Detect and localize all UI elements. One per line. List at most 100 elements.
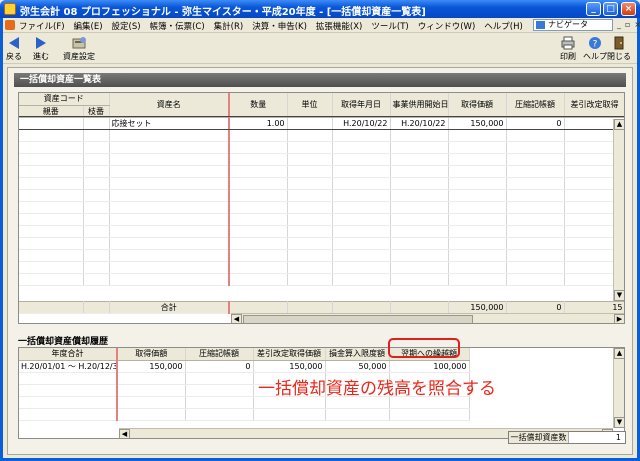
- asset-settings-button[interactable]: 資産設定: [63, 36, 95, 62]
- empty-cell[interactable]: [448, 177, 507, 190]
- cell-unit[interactable]: [287, 117, 333, 130]
- empty-cell[interactable]: [185, 396, 254, 409]
- empty-cell[interactable]: [390, 177, 449, 190]
- empty-row[interactable]: [19, 153, 624, 166]
- empty-row[interactable]: [19, 408, 470, 421]
- empty-cell[interactable]: [109, 201, 230, 214]
- col-asset-name[interactable]: 資産名: [109, 93, 230, 118]
- empty-cell[interactable]: [19, 237, 84, 250]
- empty-cell[interactable]: [83, 273, 110, 286]
- empty-cell[interactable]: [390, 201, 449, 214]
- empty-cell[interactable]: [83, 177, 110, 190]
- empty-cell[interactable]: [448, 189, 507, 202]
- menu-closing[interactable]: 決算・申告(K): [252, 20, 307, 32]
- empty-cell[interactable]: [228, 141, 288, 154]
- hcell-compression[interactable]: 0: [185, 360, 254, 373]
- maximize-button[interactable]: □: [603, 2, 618, 16]
- empty-cell[interactable]: [109, 177, 230, 190]
- empty-row[interactable]: [19, 273, 624, 286]
- empty-cell[interactable]: [19, 165, 84, 178]
- empty-cell[interactable]: [332, 237, 391, 250]
- empty-cell[interactable]: [390, 153, 449, 166]
- col-acquired-date[interactable]: 取得年月日: [332, 93, 391, 118]
- menu-settings[interactable]: 設定(S): [112, 20, 141, 32]
- empty-cell[interactable]: [19, 225, 84, 238]
- empty-cell[interactable]: [83, 189, 110, 202]
- scroll-up-button[interactable]: ▲: [614, 119, 624, 130]
- history-vertical-scrollbar[interactable]: ▲ ▼: [613, 348, 624, 428]
- empty-cell[interactable]: [506, 213, 565, 226]
- cell-parent-no[interactable]: [19, 117, 84, 130]
- empty-cell[interactable]: [253, 408, 326, 421]
- empty-cell[interactable]: [448, 201, 507, 214]
- empty-cell[interactable]: [287, 201, 333, 214]
- empty-cell[interactable]: [448, 141, 507, 154]
- empty-cell[interactable]: [228, 129, 288, 142]
- hcol-revised-cost[interactable]: 差引改定取得価額: [253, 348, 326, 361]
- empty-cell[interactable]: [332, 273, 391, 286]
- empty-cell[interactable]: [19, 273, 84, 286]
- empty-cell[interactable]: [389, 408, 470, 421]
- empty-cell[interactable]: [116, 408, 186, 421]
- empty-cell[interactable]: [506, 141, 565, 154]
- empty-cell[interactable]: [506, 237, 565, 250]
- cell-acquisition-cost[interactable]: 150,000: [448, 117, 507, 130]
- empty-cell[interactable]: [332, 225, 391, 238]
- empty-cell[interactable]: [287, 237, 333, 250]
- empty-cell[interactable]: [83, 225, 110, 238]
- empty-cell[interactable]: [19, 396, 118, 409]
- empty-cell[interactable]: [228, 153, 288, 166]
- empty-cell[interactable]: [19, 153, 84, 166]
- empty-cell[interactable]: [448, 129, 507, 142]
- empty-cell[interactable]: [109, 237, 230, 250]
- empty-cell[interactable]: [332, 129, 391, 142]
- hcol-fiscal-period[interactable]: 年度合計: [19, 348, 118, 361]
- empty-row[interactable]: [19, 213, 624, 226]
- empty-cell[interactable]: [448, 165, 507, 178]
- empty-cell[interactable]: [109, 213, 230, 226]
- empty-cell[interactable]: [19, 372, 118, 385]
- empty-cell[interactable]: [83, 237, 110, 250]
- empty-cell[interactable]: [390, 249, 449, 262]
- empty-cell[interactable]: [19, 249, 84, 262]
- col-revised-cost[interactable]: 差引改定取得: [564, 93, 624, 118]
- empty-row[interactable]: [19, 201, 624, 214]
- col-quantity[interactable]: 数量: [228, 93, 288, 118]
- empty-cell[interactable]: [109, 165, 230, 178]
- empty-cell[interactable]: [116, 384, 186, 397]
- hcol-deduction-limit[interactable]: 損金算入限度額: [325, 348, 390, 361]
- empty-cell[interactable]: [19, 408, 118, 421]
- cell-start-date[interactable]: H.20/10/22: [390, 117, 449, 130]
- scroll-thumb[interactable]: [243, 315, 473, 323]
- empty-cell[interactable]: [390, 141, 449, 154]
- empty-cell[interactable]: [228, 201, 288, 214]
- empty-cell[interactable]: [506, 165, 565, 178]
- empty-cell[interactable]: [390, 237, 449, 250]
- empty-cell[interactable]: [228, 165, 288, 178]
- empty-cell[interactable]: [506, 177, 565, 190]
- empty-cell[interactable]: [506, 261, 565, 274]
- mdi-minimize-button[interactable]: _: [617, 20, 621, 29]
- close-window-button[interactable]: ×: [621, 2, 636, 16]
- empty-cell[interactable]: [287, 261, 333, 274]
- empty-cell[interactable]: [506, 201, 565, 214]
- hcol-acquisition-cost[interactable]: 取得価額: [116, 348, 186, 361]
- empty-cell[interactable]: [287, 189, 333, 202]
- empty-cell[interactable]: [185, 372, 254, 385]
- col-compression[interactable]: 圧縮記帳額: [506, 93, 565, 118]
- print-button[interactable]: 印刷: [560, 36, 576, 62]
- empty-row[interactable]: [19, 177, 624, 190]
- hcell-fiscal-period[interactable]: H.20/01/01 ～ H.20/12/31: [19, 360, 118, 373]
- empty-cell[interactable]: [390, 129, 449, 142]
- list-vertical-scrollbar[interactable]: ▲ ▼: [613, 119, 624, 301]
- empty-cell[interactable]: [448, 213, 507, 226]
- empty-cell[interactable]: [116, 396, 186, 409]
- empty-cell[interactable]: [228, 237, 288, 250]
- empty-cell[interactable]: [332, 165, 391, 178]
- scroll-left-button[interactable]: ◀: [231, 314, 242, 323]
- empty-cell[interactable]: [390, 261, 449, 274]
- empty-cell[interactable]: [228, 189, 288, 202]
- title-bar[interactable]: 弥生会計 08 プロフェッショナル - 弥生マイスター・平成20年度 - [一括…: [0, 0, 640, 18]
- empty-cell[interactable]: [448, 261, 507, 274]
- empty-cell[interactable]: [19, 201, 84, 214]
